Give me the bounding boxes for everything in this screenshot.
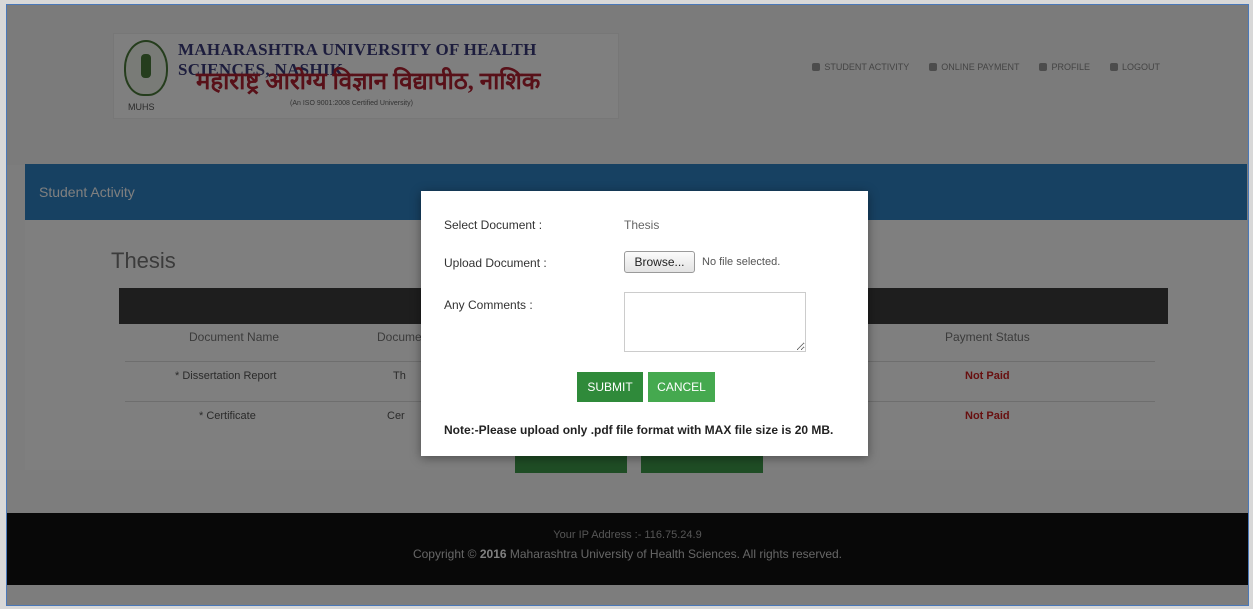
selected-document-value: Thesis [624,218,660,232]
upload-document-dialog: Select Document : Thesis Upload Document… [421,191,868,456]
comments-label: Any Comments : [444,298,533,312]
upload-document-label: Upload Document : [444,256,547,270]
browser-viewport: MUHS MAHARASHTRA UNIVERSITY OF HEALTH SC… [6,4,1249,606]
browse-file-button[interactable]: Browse... [624,251,695,273]
file-status-text: No file selected. [702,256,781,268]
submit-button[interactable]: SUBMIT [577,372,643,402]
select-document-label: Select Document : [444,218,543,232]
cancel-button[interactable]: CANCEL [648,372,715,402]
comments-textarea[interactable] [624,292,806,352]
upload-note: Note:-Please upload only .pdf file forma… [444,423,834,437]
